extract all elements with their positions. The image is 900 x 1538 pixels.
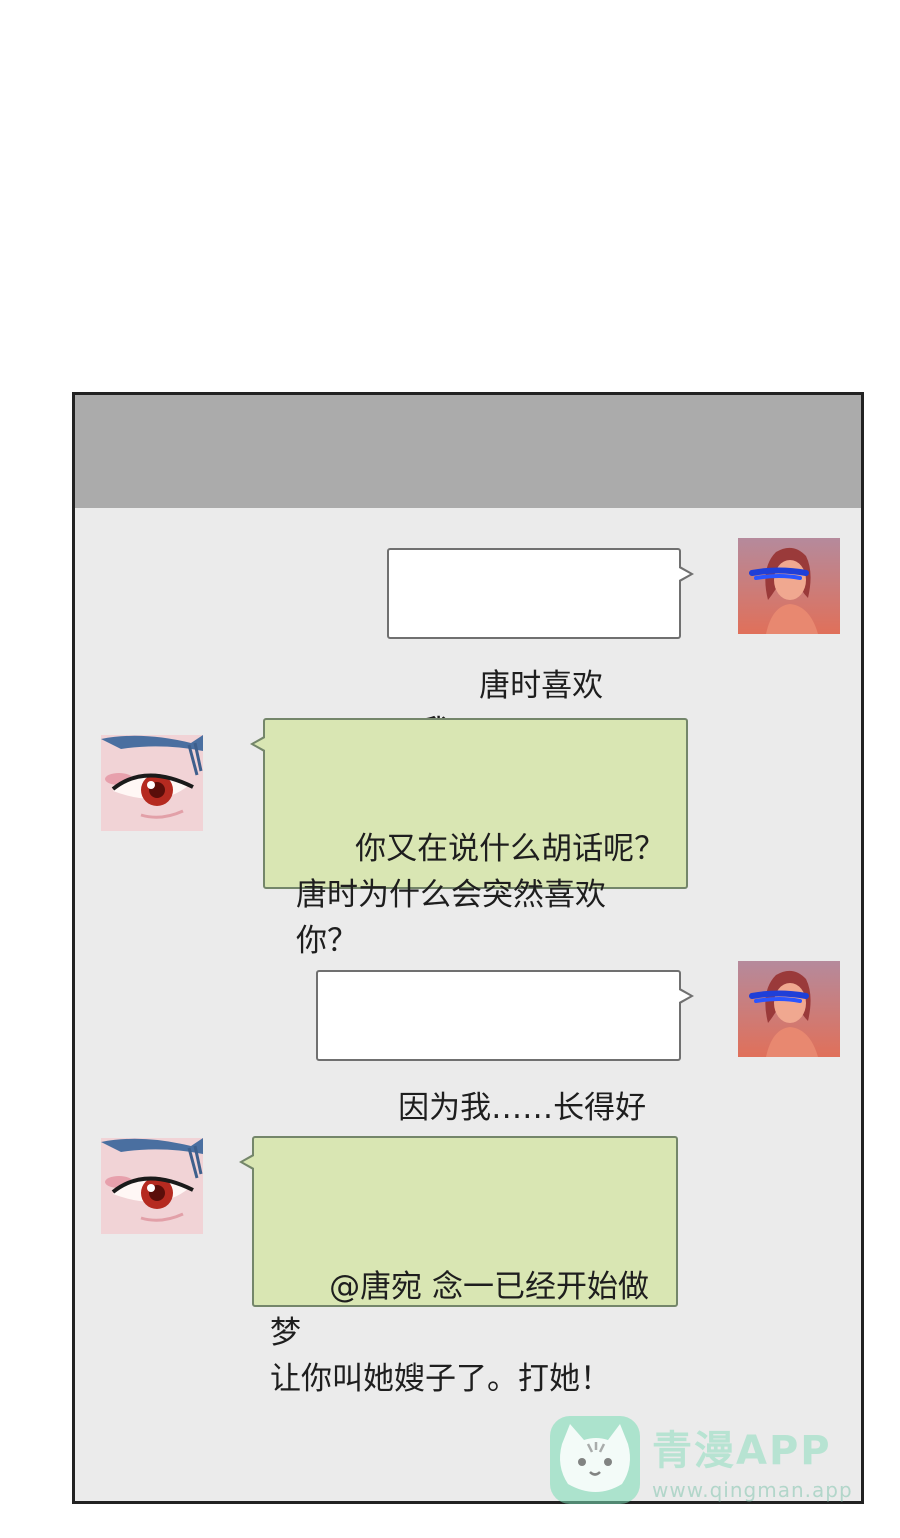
eye-avatar-icon[interactable] (101, 1138, 203, 1234)
watermark-url: www.qingman.app (652, 1478, 853, 1502)
girl-avatar-icon[interactable] (738, 538, 840, 634)
chat-title-bar (75, 395, 861, 508)
bubble-tail (250, 736, 265, 752)
cat-logo-icon (550, 1416, 640, 1504)
watermark: 青漫APP www.qingman.app (548, 1410, 868, 1510)
eye-avatar-icon[interactable] (101, 735, 203, 831)
bubble-tail (679, 988, 694, 1004)
chat-window: 唐时喜欢我！！ 你又在说什么胡话呢？ 唐时为什么会突然喜欢 你？ (72, 392, 864, 1504)
chat-bubble-sent[interactable]: 唐时喜欢我！！ (387, 548, 694, 750)
girl-avatar-icon[interactable] (738, 961, 840, 1057)
bubble-tail (679, 566, 694, 582)
bubble-tail (239, 1154, 254, 1170)
chat-message-list[interactable]: 唐时喜欢我！！ 你又在说什么胡话呢？ 唐时为什么会突然喜欢 你？ (75, 508, 861, 1501)
chat-bubble-sent[interactable]: 因为我……长得好看？ (316, 970, 694, 1172)
watermark-title: 青漫APP (652, 1428, 832, 1474)
message-text: @唐宛 念一已经开始做梦 让你叫她嫂子了。打她！ (270, 1269, 649, 1397)
message-text: 你又在说什么胡话呢？ 唐时为什么会突然喜欢 你？ (296, 831, 666, 959)
chat-bubble-received[interactable]: @唐宛 念一已经开始做梦 让你叫她嫂子了。打她！ (239, 1136, 678, 1397)
chat-bubble-received[interactable]: 你又在说什么胡话呢？ 唐时为什么会突然喜欢 你？ (250, 718, 688, 959)
